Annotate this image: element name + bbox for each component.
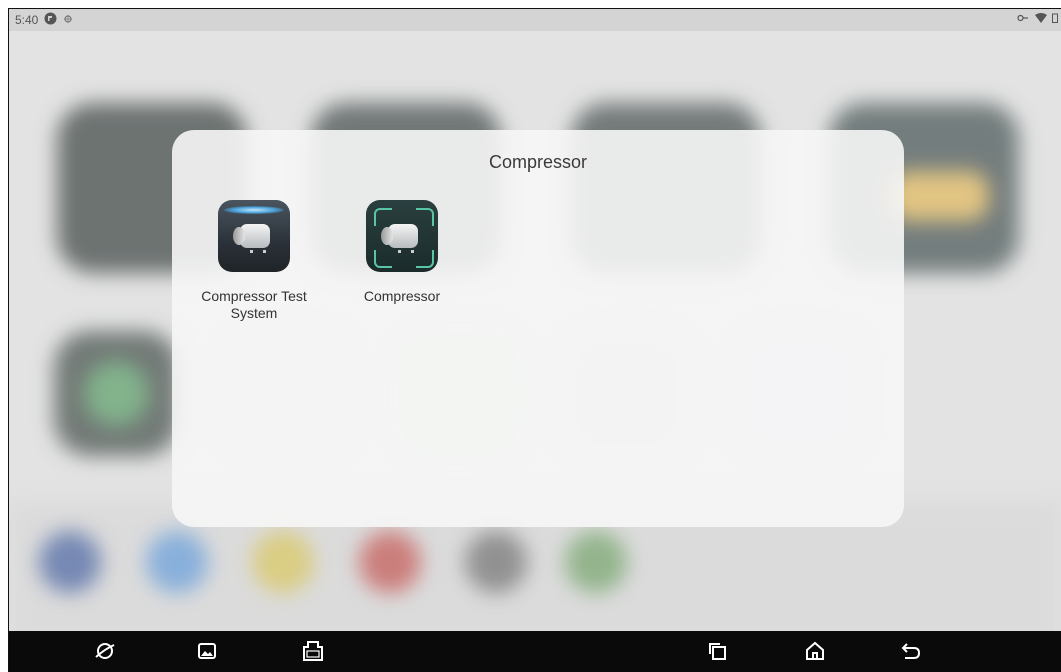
wifi-icon [1034,13,1047,23]
recent-apps-icon[interactable] [705,639,729,663]
compressor-test-system-icon[interactable] [218,200,290,272]
app-compressor[interactable]: Compressor [337,200,467,305]
notification-icon [44,12,57,28]
folder-title: Compressor [488,152,588,172]
folder-popup: Compressor Compressor Test System Compre… [172,130,904,527]
status-time: 5:40 [15,13,39,27]
navigation-bar [9,631,1061,672]
back-icon[interactable] [899,639,923,663]
status-icons [1017,12,1058,26]
vpn-key-icon [1017,14,1029,22]
app-label: Compressor Test System [201,288,307,321]
app-label: Compressor [363,288,441,304]
app-compressor-test-system[interactable]: Compressor Test System [189,200,319,322]
battery-icon [1052,13,1058,23]
home-icon[interactable] [803,639,827,663]
screen: 5:40 Compressor Compressor Test System C… [8,8,1061,672]
usb-debug-icon [63,13,73,27]
compressor-icon[interactable] [366,200,438,272]
gallery-icon[interactable] [195,639,219,663]
status-bar: 5:40 [9,9,1061,31]
browser-icon[interactable] [93,639,117,663]
vci-icon[interactable] [301,639,325,663]
